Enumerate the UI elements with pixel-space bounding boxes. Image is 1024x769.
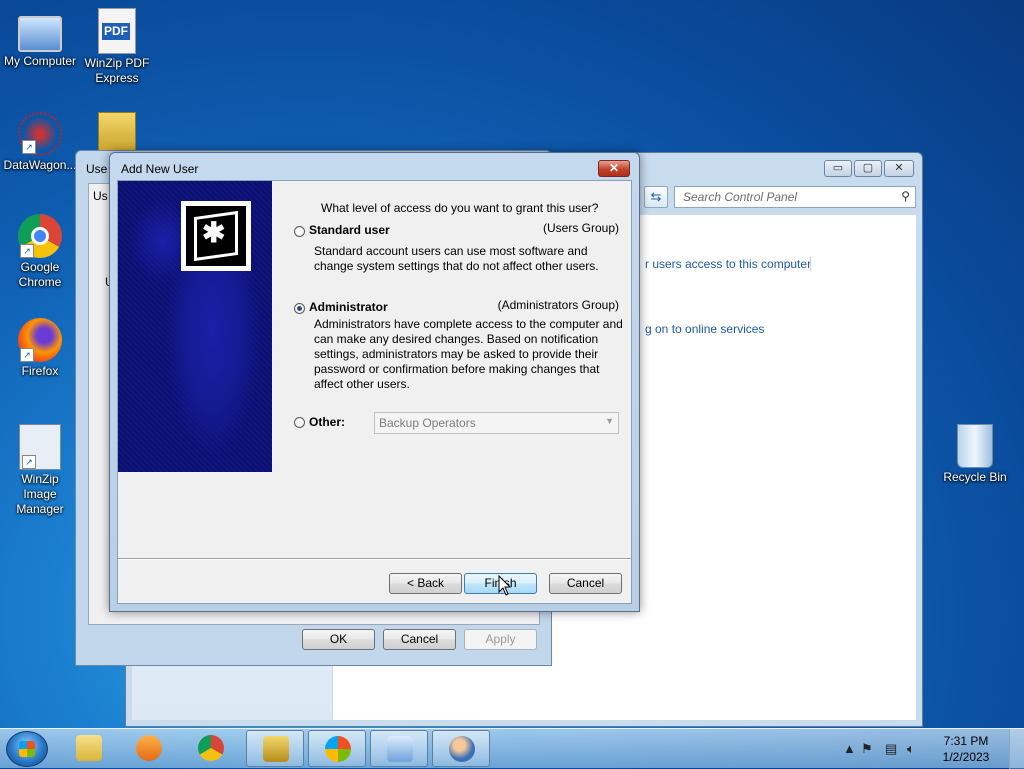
mouse-cursor-icon	[498, 575, 512, 596]
desktop-icon-label: DataWagon...	[3, 158, 77, 172]
desktop-icon-winzip-pdf[interactable]: PDF WinZip PDF Express	[77, 8, 157, 86]
divider	[810, 257, 811, 271]
show-desktop-button[interactable]	[1009, 729, 1024, 769]
volume-icon[interactable]: 🔈︎	[907, 741, 915, 757]
file-cabinet-icon	[98, 112, 136, 154]
maximize-button[interactable]: ▢	[854, 160, 882, 177]
close-button[interactable]: ✕	[598, 160, 630, 177]
start-button[interactable]	[6, 731, 48, 767]
link-users-access[interactable]: r users access to this computer	[645, 257, 811, 271]
dialog-title: Use	[86, 162, 108, 176]
recycle-bin-icon	[957, 424, 993, 468]
taskbar-windows-update[interactable]	[308, 730, 366, 767]
desktop-icon-winzip-image[interactable]: ↗ WinZip Image Manager	[0, 424, 80, 517]
standard-user-label[interactable]: Standard user	[309, 223, 390, 237]
dialog-title: Add New User	[121, 162, 199, 176]
network-icon[interactable]: ▤	[885, 741, 897, 757]
show-hidden-icons-icon[interactable]: ▲	[843, 741, 856, 756]
clock-date[interactable]: 1/2/2023	[931, 750, 1001, 764]
search-input[interactable]: Search Control Panel ⚲	[674, 186, 916, 208]
desktop-icon-label: Firefox	[21, 364, 59, 378]
administrator-label[interactable]: Administrator	[309, 300, 388, 314]
wizard-body: ✱ What level of access do you want to gr…	[117, 180, 632, 604]
other-group-value: Backup Operators	[379, 416, 476, 430]
standard-user-description: Standard account users can use most soft…	[314, 244, 599, 273]
taskbar-control-panel[interactable]	[370, 730, 428, 767]
window-caption-buttons: ▭ ▢ ✕	[824, 160, 914, 177]
control-panel-icon	[387, 736, 413, 762]
desktop-icon-datawagon[interactable]: ↗ DataWagon...	[0, 112, 80, 173]
tab-users[interactable]: Us	[93, 189, 108, 203]
action-center-flag-icon[interactable]: ⚑	[861, 741, 873, 757]
pdf-icon: PDF	[98, 8, 136, 54]
chevron-down-icon: ▼	[605, 416, 614, 426]
back-button[interactable]: < Back	[389, 573, 462, 594]
taskbar-winzip[interactable]	[246, 730, 304, 767]
close-button[interactable]: ✕	[884, 160, 914, 177]
media-player-icon	[136, 735, 162, 761]
winzip-image-icon: ↗	[19, 424, 61, 470]
apply-button: Apply	[464, 629, 537, 650]
other-group-select: Backup Operators ▼	[374, 412, 619, 434]
ok-button[interactable]: OK	[302, 629, 375, 650]
windows-logo-icon	[19, 741, 35, 757]
desktop-icon-firefox[interactable]: ↗ Firefox	[0, 318, 80, 379]
taskbar-media-player[interactable]	[120, 730, 178, 767]
search-placeholder: Search Control Panel	[683, 190, 798, 204]
computer-icon	[18, 16, 62, 52]
add-new-user-dialog: Add New User ✕ ✱ What level of access do…	[109, 152, 640, 612]
chrome-icon	[198, 735, 224, 761]
administrator-radio[interactable]	[294, 303, 305, 314]
desktop-icon-label: Recycle Bin	[943, 470, 1007, 484]
wizard-banner-image: ✱	[118, 181, 272, 472]
desktop-icon-chrome[interactable]: ↗ Google Chrome	[0, 214, 80, 290]
shortcut-arrow-icon: ↗	[22, 140, 36, 154]
shortcut-arrow-icon: ↗	[20, 348, 34, 362]
access-question: What level of access do you want to gran…	[321, 201, 599, 215]
taskbar-chrome[interactable]	[182, 730, 240, 767]
desktop-icon-label: My Computer	[3, 54, 77, 68]
minimize-button[interactable]: ▭	[824, 160, 852, 177]
desktop-icon-my-computer[interactable]: My Computer	[0, 10, 80, 69]
clock-time[interactable]: 7:31 PM	[931, 734, 1001, 748]
shortcut-arrow-icon: ↗	[22, 455, 36, 469]
standard-user-group: (Users Group)	[542, 221, 619, 235]
desktop-icon-recycle-bin[interactable]: Recycle Bin	[935, 424, 1015, 485]
cancel-button[interactable]: Cancel	[383, 629, 456, 650]
user-key-icon: ✱	[181, 201, 251, 271]
other-label[interactable]: Other:	[309, 415, 345, 429]
users-icon	[449, 736, 475, 762]
system-tray: ▲ ⚑ ▤ 🔈︎ 7:31 PM 1/2/2023	[839, 729, 1024, 769]
firefox-icon: ↗	[18, 318, 62, 362]
taskbar-user-accounts[interactable]	[432, 730, 490, 767]
desktop-icon-label: Google Chrome	[18, 260, 62, 289]
administrator-group: (Administrators Group)	[497, 298, 619, 312]
desktop-icon-label: WinZip PDF Express	[84, 56, 150, 85]
winzip-icon	[263, 736, 289, 762]
taskbar-explorer[interactable]	[60, 730, 118, 767]
refresh-button[interactable]: ⇆	[644, 186, 668, 208]
other-radio[interactable]	[294, 417, 305, 428]
chrome-icon: ↗	[18, 214, 62, 258]
windows-update-icon	[325, 736, 351, 762]
cancel-button[interactable]: Cancel	[549, 573, 622, 594]
desktop-icon-label: WinZip Image Manager	[16, 472, 64, 516]
link-online-services[interactable]: g on to online services	[645, 322, 764, 336]
administrator-description: Administrators have complete access to t…	[314, 317, 623, 391]
shortcut-arrow-icon: ↗	[20, 244, 34, 258]
divider	[118, 558, 631, 560]
datawagon-icon: ↗	[18, 112, 62, 156]
standard-user-radio[interactable]	[294, 226, 305, 237]
search-icon[interactable]: ⚲	[901, 189, 910, 203]
taskbar: ▲ ⚑ ▤ 🔈︎ 7:31 PM 1/2/2023	[0, 728, 1024, 769]
explorer-icon	[76, 735, 102, 761]
